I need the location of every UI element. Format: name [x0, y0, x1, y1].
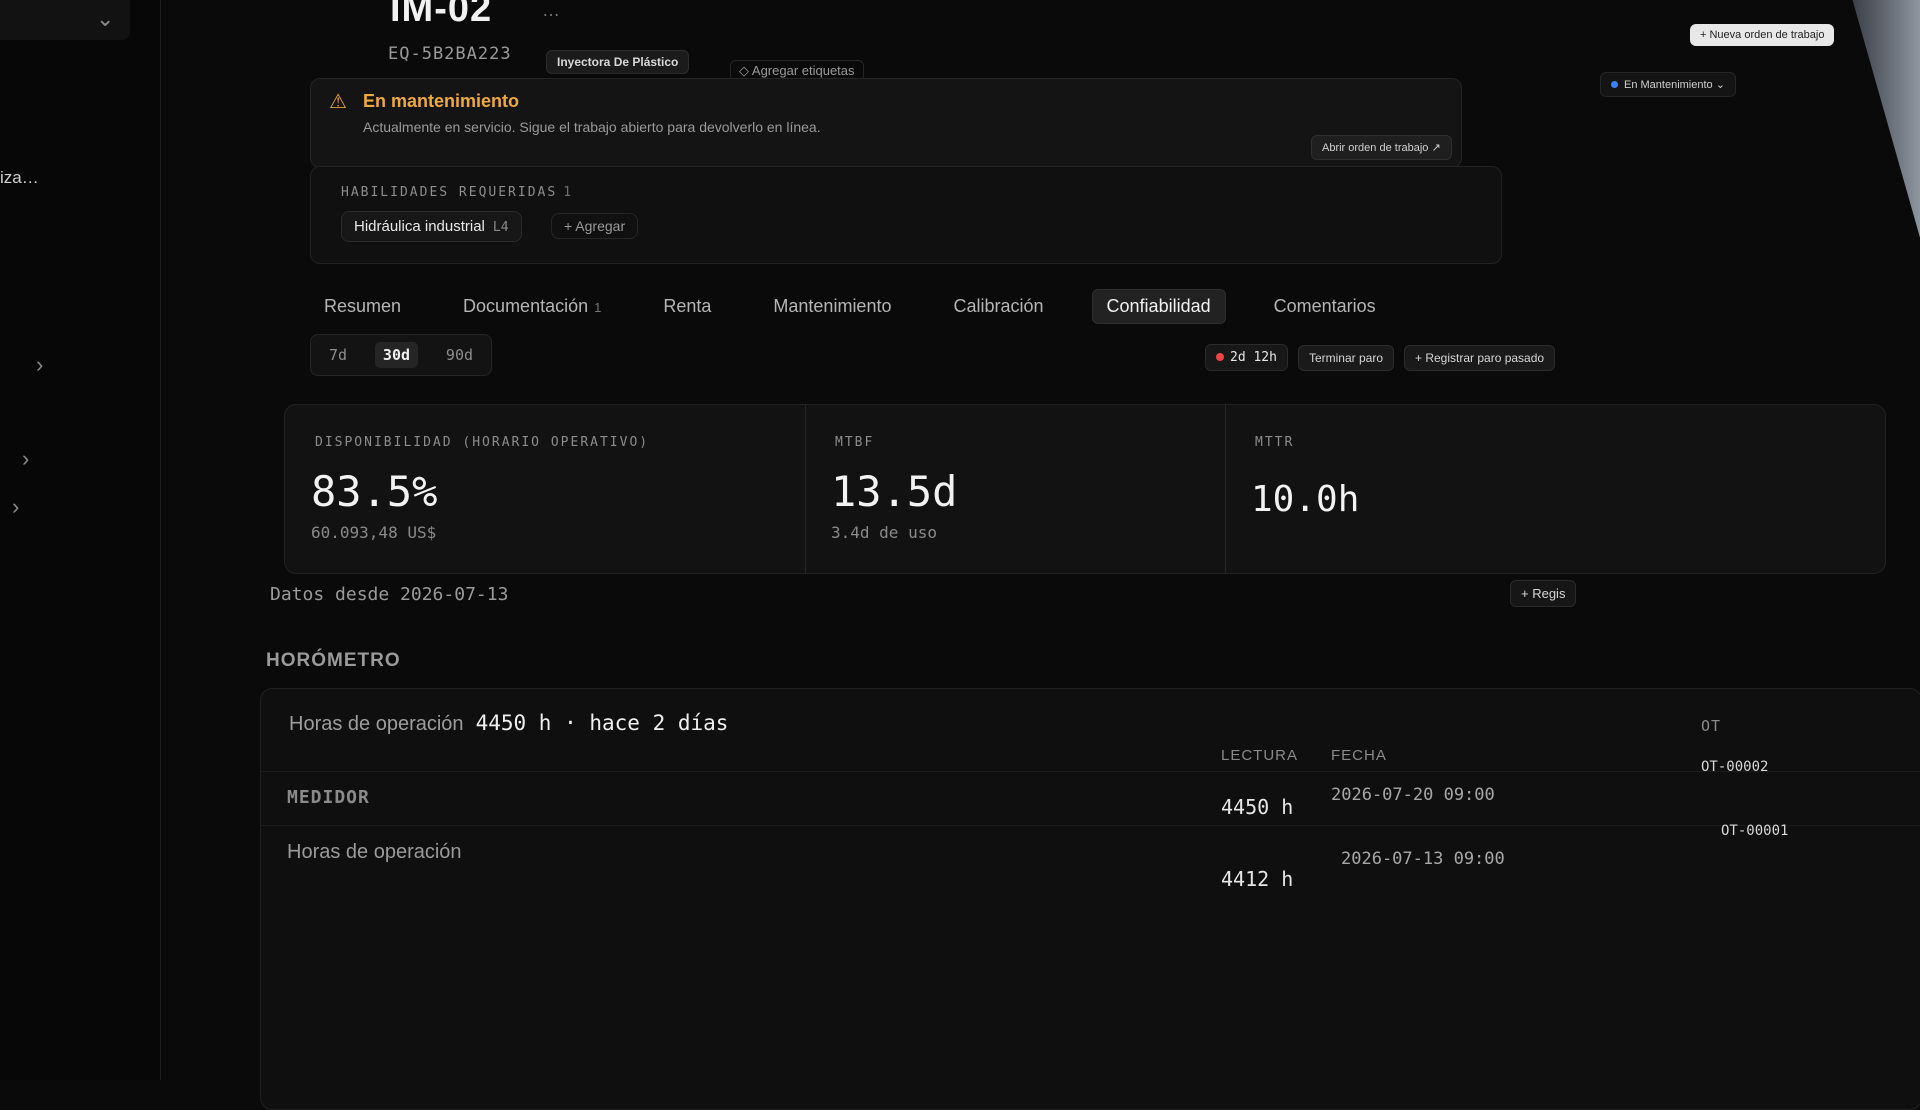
- skill-chip[interactable]: Hidráulica industrial L4: [341, 211, 522, 242]
- tab-bar: Resumen Documentación 1 Renta Mantenimien…: [310, 284, 1390, 328]
- time-range-selector: 7d 30d 90d: [310, 334, 492, 376]
- skills-count: 1: [563, 185, 574, 200]
- tab-mantenimiento[interactable]: Mantenimiento: [759, 290, 905, 323]
- col-header-meter: MEDIDOR: [287, 787, 370, 808]
- row-reading: 4450 h: [1221, 795, 1294, 819]
- more-options-icon[interactable]: …: [542, 0, 560, 21]
- tab-documentacion[interactable]: Documentación 1: [449, 290, 615, 323]
- maintenance-alert: ⚠ En mantenimiento Actualmente en servic…: [310, 78, 1462, 168]
- kpi-label: MTTR: [1255, 435, 1295, 450]
- tab-renta[interactable]: Renta: [649, 290, 725, 323]
- end-downtime-button[interactable]: Terminar paro: [1297, 344, 1394, 371]
- equipment-code: EQ-5B2BA223: [388, 44, 512, 64]
- kpi-label: DISPONIBILIDAD (HORARIO OPERATIVO): [315, 435, 650, 450]
- hourmeter-table: Horas de operación 4450 h · hace 2 días O…: [260, 688, 1920, 1110]
- kpi-label: MTBF: [835, 435, 875, 450]
- data-since-label: Datos desde 2026-07-13: [270, 584, 509, 605]
- row-divider: [261, 825, 1920, 826]
- tab-label: Confiabilidad: [1106, 295, 1211, 316]
- hourmeter-section-title: HORÓMETRO: [266, 650, 401, 671]
- downtime-timer: 2d 12h: [1205, 344, 1288, 371]
- equipment-page: IM-02 … EQ-5B2BA223 Inyectora De Plástic…: [260, 0, 1920, 1110]
- required-skills-panel: HABILIDADES REQUERIDAS 1 Hidráulica indus…: [310, 166, 1502, 264]
- status-select[interactable]: En Mantenimiento ⌄: [1600, 72, 1736, 97]
- tab-calibracion[interactable]: Calibración: [939, 290, 1057, 323]
- tab-label: Resumen: [324, 295, 402, 316]
- chevron-right-icon[interactable]: ›: [36, 352, 43, 378]
- kpi-mttr: MTTR 10.0h: [1225, 405, 1645, 573]
- chevron-right-icon[interactable]: ›: [22, 446, 29, 472]
- page-title: IM-02: [390, 0, 493, 30]
- sidebar-selector[interactable]: ⌄: [0, 0, 130, 40]
- skill-level: L4: [492, 220, 509, 235]
- kpi-mtbf: MTBF 13.5d 3.4d de uso: [805, 405, 1225, 573]
- tab-label: Mantenimiento: [773, 295, 892, 316]
- meter-current-value: 4450 h · hace 2 días: [475, 711, 729, 735]
- kpi-sub: 60.093,48 US$: [311, 523, 437, 542]
- add-skill-button[interactable]: + Agregar: [551, 213, 639, 239]
- range-30d[interactable]: 30d: [374, 342, 419, 368]
- sidebar-item-truncated[interactable]: iza…: [0, 168, 39, 188]
- recording-dot-icon: [1216, 353, 1224, 361]
- range-90d[interactable]: 90d: [438, 342, 481, 368]
- skills-title-label: HABILIDADES REQUERIDAS: [341, 185, 558, 200]
- kpi-value: 83.5%: [311, 467, 438, 516]
- chevron-right-icon[interactable]: ›: [12, 494, 19, 520]
- row-date: 2026-07-20 09:00: [1331, 785, 1495, 805]
- alert-description: Actualmente en servicio. Sigue el trabaj…: [363, 119, 821, 135]
- tab-resumen[interactable]: Resumen: [310, 290, 415, 323]
- row-wo-link[interactable]: OT-00001: [1721, 823, 1788, 839]
- warning-icon: ⚠: [329, 91, 347, 113]
- col-header-reading: LECTURA: [1221, 747, 1299, 764]
- col-header-date: FECHA: [1331, 747, 1387, 764]
- downtime-elapsed: 2d 12h: [1230, 350, 1277, 365]
- register-button[interactable]: + Regis: [1510, 580, 1577, 607]
- tab-confiabilidad[interactable]: Confiabilidad: [1091, 288, 1226, 324]
- row-date: 2026-07-13 09:00: [1341, 849, 1505, 869]
- tab-label: Comentarios: [1273, 295, 1376, 316]
- status-dot-icon: [1611, 81, 1618, 88]
- tab-label: Renta: [663, 295, 712, 316]
- skill-name: Hidráulica industrial: [354, 218, 485, 235]
- add-tags-label: Agregar etiquetas: [751, 63, 855, 78]
- open-work-order-button[interactable]: Abrir orden de trabajo ↗: [1311, 135, 1452, 160]
- range-7d[interactable]: 7d: [321, 342, 355, 368]
- tab-count: 1: [594, 299, 602, 315]
- col-header-wo: OT: [1701, 717, 1722, 735]
- row-divider: [261, 771, 1920, 772]
- kpi-value: 13.5d: [831, 467, 958, 516]
- row-meter: Horas de operación: [287, 841, 462, 863]
- register-past-downtime-button[interactable]: + Registrar paro pasado: [1404, 344, 1556, 371]
- skills-title: HABILIDADES REQUERIDAS 1: [341, 185, 573, 200]
- kpi-value: 10.0h: [1251, 479, 1360, 520]
- tab-label: Documentación: [463, 295, 589, 316]
- kpi-panel: DISPONIBILIDAD (HORARIO OPERATIVO) 83.5%…: [284, 404, 1886, 574]
- status-label: En Mantenimiento: [1624, 79, 1713, 91]
- chevron-down-icon[interactable]: ⌄: [96, 6, 114, 32]
- row-wo-link[interactable]: OT-00002: [1701, 759, 1768, 775]
- sidebar: ⌄ iza… › › ›: [0, 0, 161, 1080]
- downtime-controls: 2d 12h Terminar paro + Registrar paro pa…: [1205, 344, 1556, 371]
- alert-title: En mantenimiento: [363, 91, 520, 111]
- new-work-order-button[interactable]: + Nueva orden de trabajo: [1690, 24, 1835, 46]
- kpi-availability: DISPONIBILIDAD (HORARIO OPERATIVO) 83.5%…: [285, 405, 805, 573]
- tab-comentarios[interactable]: Comentarios: [1260, 290, 1390, 323]
- hourmeter-current: Horas de operación 4450 h · hace 2 días: [289, 711, 728, 736]
- tag-icon: ◇: [739, 63, 752, 78]
- tab-label: Calibración: [953, 295, 1044, 316]
- kpi-sub: 3.4d de uso: [831, 523, 937, 542]
- equipment-type-tag: Inyectora De Plástico: [546, 50, 690, 74]
- meter-label: Horas de operación: [289, 713, 464, 735]
- row-reading: 4412 h: [1221, 867, 1294, 891]
